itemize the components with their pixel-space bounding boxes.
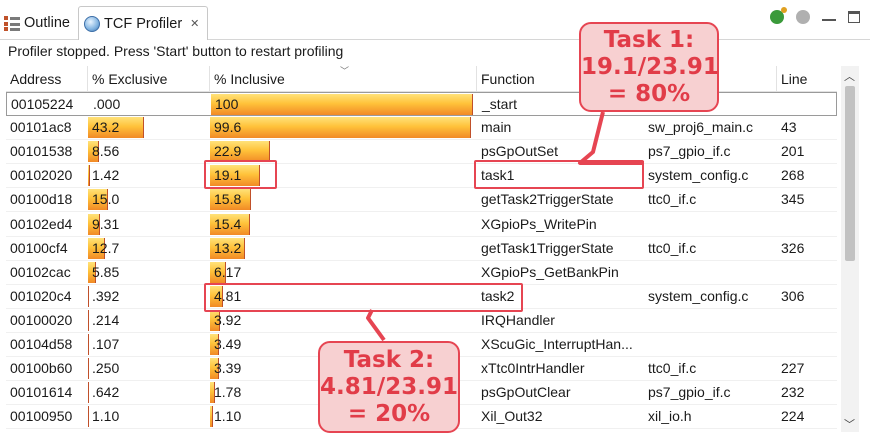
- task2-callout-ratio: 4.81/23.91: [320, 374, 458, 400]
- task1-callout-ratio: 19.1/23.91: [581, 54, 719, 80]
- task2-callout-percent: = 20%: [347, 401, 431, 427]
- task2-callout: Task 2: 4.81/23.91 = 20%: [318, 341, 460, 433]
- task2-callout-title: Task 2:: [343, 347, 435, 373]
- task1-callout: Task 1: 19.1/23.91 = 80%: [579, 22, 719, 112]
- task1-callout-title: Task 1:: [603, 27, 695, 53]
- task1-callout-percent: = 80%: [607, 81, 691, 107]
